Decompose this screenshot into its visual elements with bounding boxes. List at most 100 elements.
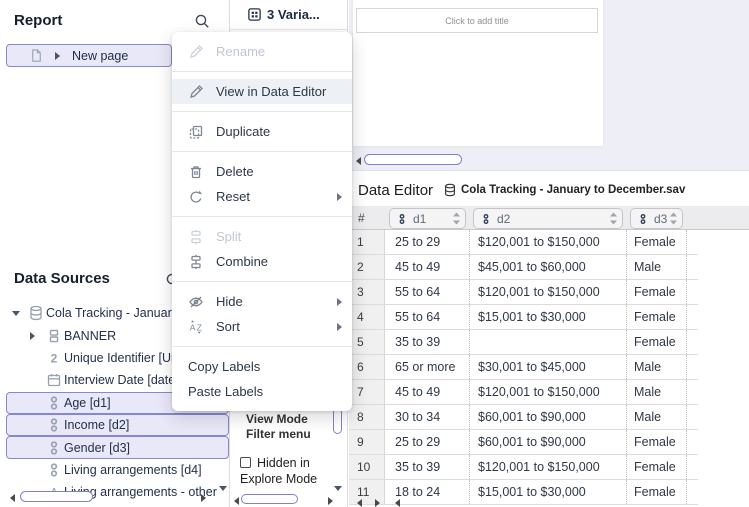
cell-d1[interactable]: 35 to 39 [385,330,470,354]
hidden-in-explore-checkbox[interactable] [240,457,251,468]
tree-item[interactable]: Gender [d3] [6,436,229,459]
categorical-icon [46,440,62,456]
column-header-d2[interactable]: d2 [473,208,623,229]
cell-d3[interactable]: Female [627,305,687,329]
cell-d3[interactable]: Male [627,255,687,279]
row-number-cell[interactable]: 4 [349,305,385,329]
cell-d2[interactable]: $120,001 to $150,000 [470,455,627,479]
cell-d3[interactable]: Female [627,330,687,354]
svg-text:2: 2 [51,351,58,365]
chevron-down-icon[interactable] [219,486,227,491]
menu-item[interactable]: Copy Labels [172,354,352,379]
cell-d2[interactable]: $30,001 to $45,000 [470,355,627,379]
column-header-d1[interactable]: d1 [389,208,466,229]
vertical-scrollbar-thumb[interactable] [333,408,342,434]
caret-right-icon[interactable] [55,51,60,60]
view-mode-label: View Mode [246,412,308,426]
row-number-cell[interactable]: 3 [349,280,385,304]
categorical-icon [46,395,62,411]
cell-d3[interactable]: Female [627,455,687,479]
row-number-cell[interactable]: 7 [349,380,385,404]
scroll-right-arrow[interactable] [328,497,333,505]
row-number-cell[interactable]: 6 [349,355,385,379]
caret-right-icon[interactable] [30,331,35,340]
menu-item[interactable]: AZ Sort [172,314,352,339]
scroll-left-arrow[interactable] [234,497,239,505]
cell-d1[interactable]: 45 to 49 [385,255,470,279]
table-header-row: # d1 d2 d3 [349,206,749,230]
cell-d3[interactable]: Male [627,355,687,379]
cell-d1[interactable]: 35 to 39 [385,455,470,479]
cell-d3[interactable]: Female [627,480,687,504]
menu-item[interactable]: Split [172,224,352,249]
cell-d1[interactable]: 55 to 64 [385,305,470,329]
cell-d2[interactable] [470,330,627,354]
cell-d3[interactable]: Female [627,280,687,304]
tree-item[interactable]: Income [d2] [6,413,229,437]
cell-d2[interactable]: $60,001 to $90,000 [470,405,627,429]
table-row: 8 30 to 34 $60,001 to $90,000 Male [349,405,698,430]
row-number-cell[interactable]: 10 [349,455,385,479]
cell-d3[interactable]: Male [627,380,687,404]
scroll-left-arrow[interactable] [10,494,15,502]
chevron-down-icon[interactable] [334,486,342,491]
report-panel-title: Report [14,12,63,29]
menu-item[interactable]: Delete [172,159,352,184]
horizontal-scrollbar-thumb[interactable] [20,491,93,502]
sort-arrows-icon[interactable] [452,212,461,225]
cell-d1[interactable]: 30 to 34 [385,405,470,429]
table-row: 3 55 to 64 $120,001 to $150,000 Female [349,280,698,305]
column-header-d3[interactable]: d3 [630,208,683,229]
tab-item-label[interactable]: 3 Varia... [267,7,320,22]
scroll-left-arrow[interactable] [357,499,362,507]
table-row: 2 45 to 49 $45,001 to $60,000 Male [349,255,698,280]
pencil-icon [188,44,204,60]
menu-divider [172,111,352,112]
cell-d2[interactable]: $15,001 to $30,000 [470,305,627,329]
cell-d3[interactable]: Male [627,405,687,429]
sort-arrows-icon[interactable] [669,212,678,225]
title-placeholder-box[interactable]: Click to add title [356,8,598,33]
scroll-left-arrow[interactable] [356,157,361,165]
app-window: Report New page Data Sources Cola Tracki… [0,0,749,507]
cell-d2[interactable]: $120,001 to $150,000 [470,230,627,254]
table-row: 9 25 to 29 $60,001 to $90,000 Female [349,430,698,455]
menu-item[interactable]: Reset [172,184,352,209]
menu-item[interactable]: Duplicate [172,119,352,144]
row-number-cell[interactable]: 5 [349,330,385,354]
menu-item[interactable]: Combine [172,249,352,274]
page-canvas-area: Click to add title [349,0,749,170]
scroll-right-arrow[interactable] [375,499,380,507]
cell-d3[interactable]: Female [627,230,687,254]
caret-down-icon[interactable] [12,310,20,316]
cell-d1[interactable]: 55 to 64 [385,280,470,304]
tree-item[interactable]: Living arrangements [d4] [6,459,229,481]
menu-item[interactable]: Paste Labels [172,379,352,404]
menu-item[interactable]: Hide [172,289,352,314]
cell-d1[interactable]: 25 to 29 [385,430,470,454]
row-number-cell[interactable]: 9 [349,430,385,454]
cell-d2[interactable]: $45,001 to $60,000 [470,255,627,279]
page-list-item-new-page[interactable]: New page [6,44,172,67]
cell-d2[interactable]: $15,001 to $30,000 [470,480,627,504]
numeric-icon: 2 [46,350,62,366]
row-number-cell[interactable]: 1 [349,230,385,254]
row-number-cell[interactable]: 8 [349,405,385,429]
cell-d2[interactable]: $120,001 to $150,000 [470,380,627,404]
horizontal-scrollbar-thumb[interactable] [241,494,298,504]
data-editor-panel: Data Editor Cola Tracking - January to D… [349,170,749,507]
cell-d2[interactable]: $60,001 to $90,000 [470,430,627,454]
cell-d1[interactable]: 25 to 29 [385,230,470,254]
cell-d3[interactable]: Female [627,430,687,454]
scroll-left-arrow[interactable] [395,499,400,507]
cell-d1[interactable]: 65 or more [385,355,470,379]
menu-item[interactable]: View in Data Editor [172,79,352,104]
row-number-cell[interactable]: 2 [349,255,385,279]
cell-d2[interactable]: $120,001 to $150,000 [470,280,627,304]
horizontal-scrollbar-thumb[interactable] [364,154,462,165]
search-icon[interactable] [194,13,210,29]
sort-arrows-icon[interactable] [609,212,618,225]
cell-d1[interactable]: 45 to 49 [385,380,470,404]
menu-item[interactable]: Rename [172,39,352,64]
scroll-right-arrow[interactable] [201,494,206,502]
